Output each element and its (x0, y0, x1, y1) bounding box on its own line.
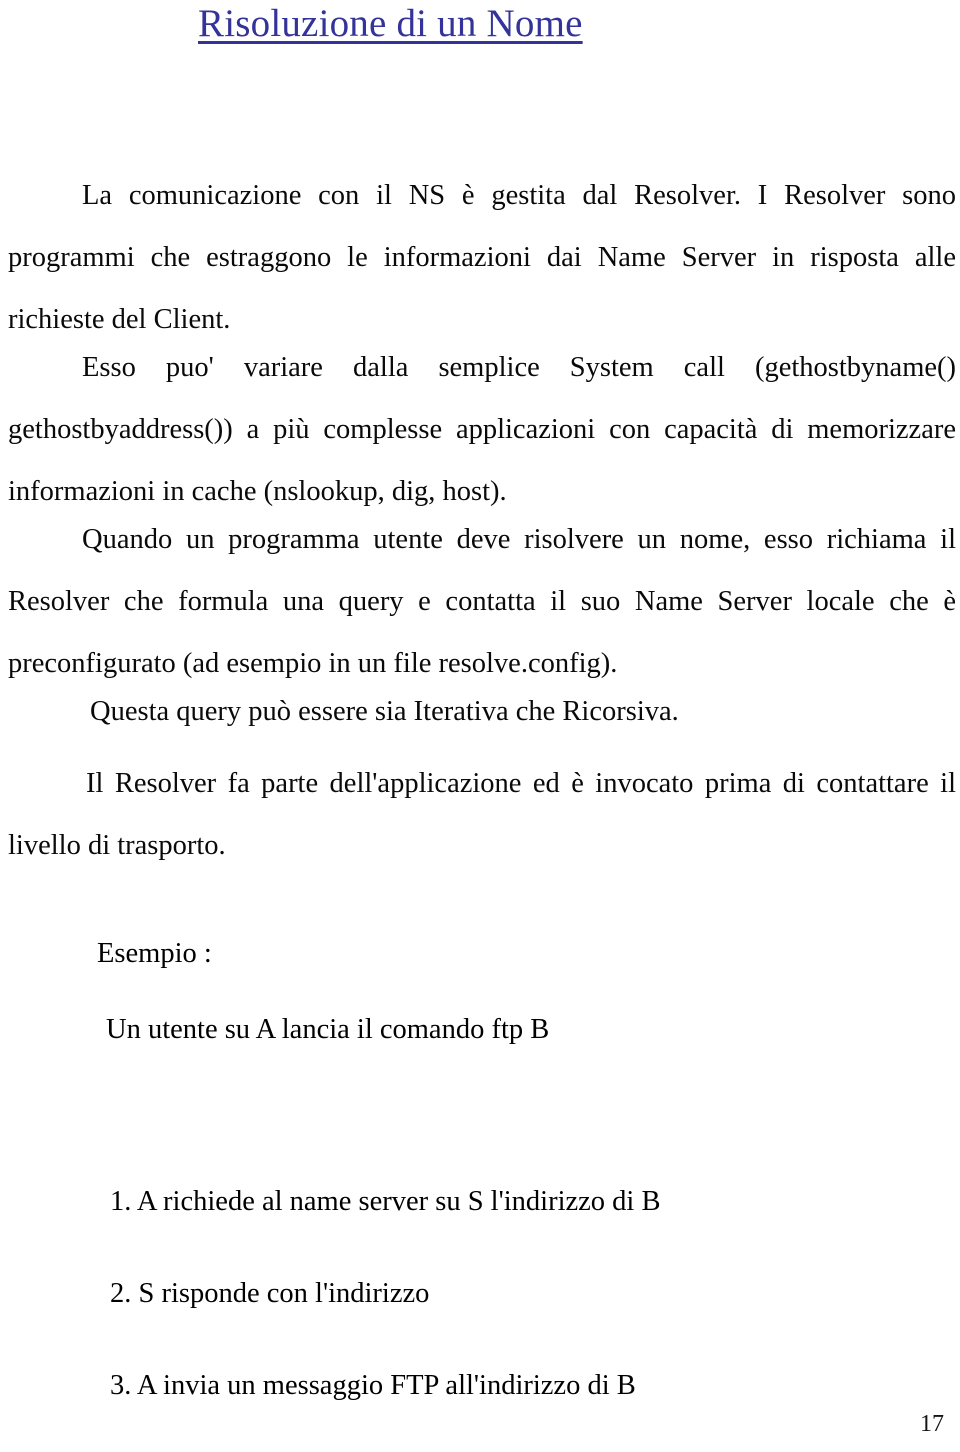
paragraph-resolver-transport: Il Resolver fa parte dell'applicazione e… (8, 767, 956, 861)
list-item: 2. S risponde con l'indirizzo (110, 1278, 430, 1309)
example-heading: Esempio : (97, 938, 212, 969)
list-item: 1. A richiede al name server su S l'indi… (110, 1186, 661, 1217)
paragraph-query-types: Questa query può essere sia Iterativa ch… (90, 695, 679, 727)
paragraph-resolver-intro: La comunicazione con il NS è gestita dal… (8, 179, 956, 335)
document-page: Risoluzione di un Nome La comunicazione … (0, 0, 960, 1452)
paragraph-resolver-variants: Esso puo' variare dalla semplice System … (8, 351, 956, 507)
page-title: Risoluzione di un Nome (198, 2, 583, 45)
example-step-list: 1. A richiede al name server su S l'indi… (110, 1180, 910, 1408)
list-item: 3. A invia un messaggio FTP all'indirizz… (110, 1370, 636, 1401)
example-intro-line: Un utente su A lancia il comando ftp B (106, 1014, 550, 1045)
page-number: 17 (920, 1411, 944, 1437)
paragraph-resolver-query: Quando un programma utente deve risolver… (8, 523, 956, 679)
